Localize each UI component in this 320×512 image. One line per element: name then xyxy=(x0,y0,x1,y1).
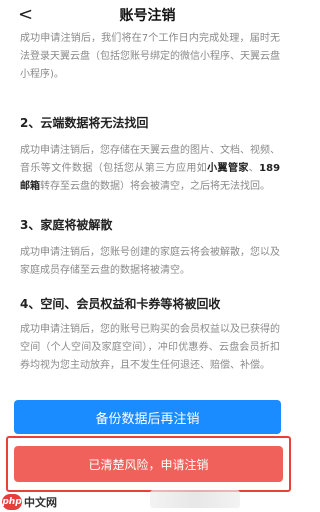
watermark: php 中文网 xyxy=(2,492,57,512)
text-segment: 、 xyxy=(248,163,260,174)
section-heading-cloud-data: 2、云端数据将无法找回 xyxy=(20,116,149,130)
intro-text: 成功申请注销后，我们将在7个工作日内完成处理，届时无法登录天翼云盘（包括您账号绑… xyxy=(20,33,280,80)
highlight-box: 已清楚风险，申请注销 xyxy=(6,436,291,492)
php-logo-icon: php xyxy=(2,494,22,510)
page-title: 账号注销 xyxy=(119,8,176,24)
watermark-text: 中文网 xyxy=(24,496,57,509)
header-bar: < 账号注销 xyxy=(0,0,295,32)
text-segment: 转存至云盘的数据）将会被清空，之后将无法找回。 xyxy=(40,181,270,192)
section-text-benefits: 成功申请注销后，您的账号已购买的会员权益以及已获得的空间（个人空间及家庭空间），… xyxy=(20,324,280,371)
section-text-cloud-data: 成功申请注销后，您存储在天翼云盘的图片、文档、视频、音乐等文件数据（包括您从第三… xyxy=(20,142,280,196)
section-heading-benefits: 4、空间、会员权益和卡券等将被回收 xyxy=(20,297,221,311)
blurred-watermark xyxy=(150,490,240,508)
backup-then-cancel-button[interactable]: 备份数据后再注销 xyxy=(14,400,281,434)
section-heading-family: 3、家庭将被解散 xyxy=(20,218,113,232)
app-name-xiaoyi: 小翼管家 xyxy=(207,163,249,174)
confirm-cancel-account-button[interactable]: 已清楚风险，申请注销 xyxy=(14,446,283,482)
section-text-family: 成功申请注销后，您账号创建的家庭云将会被解散，您以及家庭成员存储至云盘的数据将被… xyxy=(20,247,280,276)
